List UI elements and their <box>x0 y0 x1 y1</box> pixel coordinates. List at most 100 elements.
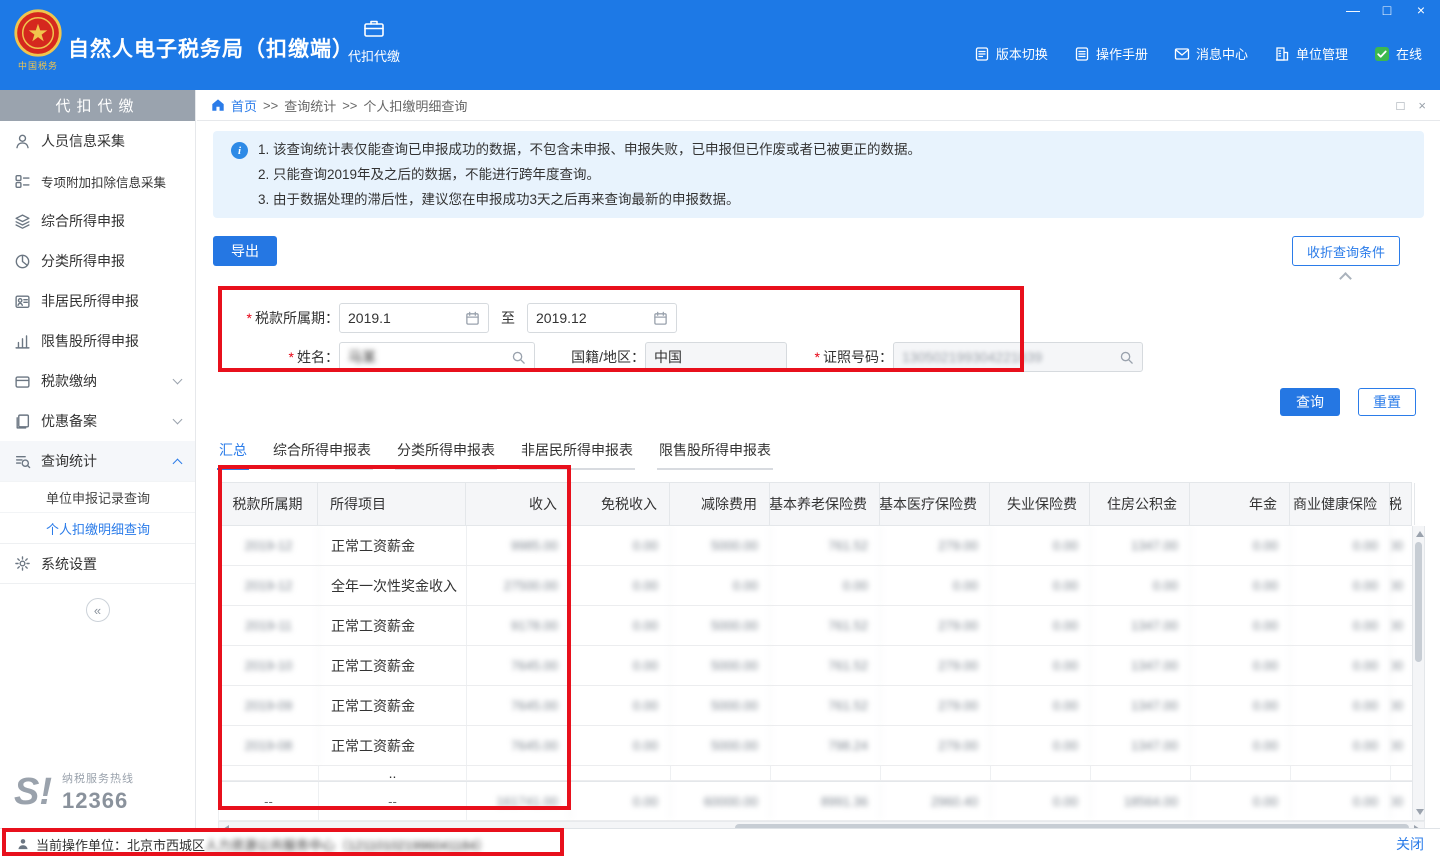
scroll-up-icon[interactable] <box>1416 531 1424 537</box>
sidebar-subitem-individual-detail-query[interactable]: 个人扣缴明细查询 <box>0 512 195 543</box>
name-field[interactable] <box>339 342 535 372</box>
name-input[interactable] <box>348 349 505 365</box>
caret-up-icon <box>1340 272 1353 285</box>
sidebar-item-personnel-info[interactable]: 人员信息采集 <box>0 121 195 161</box>
export-button[interactable]: 导出 <box>213 236 277 266</box>
pie-chart-icon <box>14 253 31 270</box>
collapse-query-button[interactable]: 收折查询条件 <box>1292 236 1400 266</box>
app-title: 自然人电子税务局（扣缴端） <box>68 33 354 63</box>
table-cell: 1347.00 <box>1091 646 1191 685</box>
header-link-online[interactable]: 在线 <box>1374 44 1422 63</box>
header-link-unit-management[interactable]: 单位管理 <box>1274 44 1348 63</box>
header-link-manual[interactable]: 操作手册 <box>1074 44 1148 63</box>
tab-restricted-shares[interactable]: 限售股所得申报表 <box>657 434 773 470</box>
table-cell: 2019-08 <box>219 726 319 765</box>
period-label: *税款所属期： <box>213 308 339 328</box>
header-link-label: 在线 <box>1396 44 1422 63</box>
result-tabs: 汇总 综合所得申报表 分类所得申报表 非居民所得申报表 限售股所得申报表 <box>197 434 1440 470</box>
horizontal-scrollbar[interactable] <box>218 821 1425 828</box>
table-cell: 5000.00 <box>671 646 771 685</box>
minimize-button[interactable]: — <box>1344 2 1362 18</box>
sidebar-item-system-settings[interactable]: 系统设置 <box>0 544 195 584</box>
chevron-down-icon <box>173 414 183 424</box>
period-start-field[interactable] <box>339 303 489 333</box>
tax-service-hotline: S! 纳税服务热线 12366 <box>0 770 195 814</box>
table-row[interactable]: 2019-11正常工资薪金9178.000.005000.00761.52279… <box>219 606 1412 646</box>
table-row[interactable]: 2019-12正常工资薪金9985.000.005000.00761.52279… <box>219 526 1412 566</box>
chevron-down-icon <box>173 374 183 384</box>
grid-list-icon <box>14 173 31 190</box>
search-icon[interactable] <box>511 350 526 365</box>
nav-tab-withholding[interactable]: 代扣代缴 <box>348 16 400 65</box>
table-cell: 7645.00 <box>467 726 571 765</box>
header-link-message-center[interactable]: 消息中心 <box>1174 44 1248 63</box>
info-icon: i <box>231 142 248 159</box>
close-page-link[interactable]: 关闭 <box>1396 834 1424 854</box>
table-row[interactable]: 2019-10正常工资薪金7645.000.005000.00761.52279… <box>219 646 1412 686</box>
table-cell: 18564.00 <box>1091 782 1191 820</box>
sidebar-item-label: 优惠备案 <box>41 411 97 431</box>
sidebar-item-comprehensive-income[interactable]: 综合所得申报 <box>0 201 195 241</box>
table-cell: 0.00 <box>1191 782 1291 820</box>
table-cell: 60000.00 <box>671 782 771 820</box>
close-button[interactable]: × <box>1412 2 1430 18</box>
required-mark: * <box>247 310 252 326</box>
submenu-item-label: 单位申报记录查询 <box>46 488 150 507</box>
sidebar-item-label: 税款缴纳 <box>41 371 97 391</box>
tab-nonresident-income[interactable]: 非居民所得申报表 <box>519 434 635 470</box>
table-cell: 2019-12 <box>219 526 319 565</box>
table-row-partial[interactable]: .. <box>219 766 1412 781</box>
sidebar-item-classified-income[interactable]: 分类所得申报 <box>0 241 195 281</box>
sidebar-collapse-button[interactable]: « <box>86 598 110 622</box>
period-start-input[interactable] <box>348 310 459 326</box>
table-row[interactable]: 2019-12全年一次性奖金收入27500.000.000.000.000.00… <box>219 566 1412 606</box>
table-row[interactable]: 2019-09正常工资薪金7645.000.005000.00761.52279… <box>219 686 1412 726</box>
page-close-button[interactable]: × <box>1418 98 1426 113</box>
nationality-input[interactable] <box>654 349 778 365</box>
tax-emblem-icon <box>13 8 63 58</box>
id-number-input[interactable] <box>902 349 1113 365</box>
period-to-label: 至 <box>501 308 515 328</box>
tab-summary[interactable]: 汇总 <box>217 434 249 470</box>
period-end-input[interactable] <box>536 310 647 326</box>
nationality-field[interactable] <box>645 342 787 372</box>
vertical-scrollbar[interactable] <box>1412 526 1425 821</box>
table-cell: 279.00 <box>881 726 991 765</box>
table-cell: 0.00 <box>881 566 991 605</box>
period-end-field[interactable] <box>527 303 677 333</box>
id-number-field[interactable] <box>893 342 1143 372</box>
restore-button[interactable]: □ <box>1378 2 1396 18</box>
breadcrumb-home[interactable]: 首页 <box>231 96 257 115</box>
table-cell: 0.00 <box>1291 782 1391 820</box>
table-body: 2019-12正常工资薪金9985.000.005000.00761.52279… <box>218 526 1412 821</box>
sidebar-item-nonresident-income[interactable]: 非居民所得申报 <box>0 281 195 321</box>
header-link-label: 单位管理 <box>1296 44 1348 63</box>
table-cell: 正常工资薪金 <box>319 526 467 565</box>
table-cell: 2019-09 <box>219 686 319 725</box>
header-link-version-switch[interactable]: 版本切换 <box>974 44 1048 63</box>
tab-comprehensive-income[interactable]: 综合所得申报表 <box>271 434 373 470</box>
sidebar-item-label: 非居民所得申报 <box>41 291 139 311</box>
reset-button[interactable]: 重置 <box>1358 388 1416 416</box>
sidebar-item-special-deduction[interactable]: 专项附加扣除信息采集 <box>0 161 195 201</box>
table-cell: 0.00 <box>571 606 671 645</box>
tab-classified-income[interactable]: 分类所得申报表 <box>395 434 497 470</box>
search-icon[interactable] <box>1119 350 1134 365</box>
page-restore-button[interactable]: □ <box>1397 98 1405 113</box>
table-total-row[interactable]: ----161741.000.0060000.008991.362960.400… <box>219 781 1412 821</box>
sidebar-item-tax-payment[interactable]: 税款缴纳 <box>0 361 195 401</box>
layers-icon <box>14 213 31 230</box>
table-row[interactable]: 2019-08正常工资薪金7645.000.005000.00798.24279… <box>219 726 1412 766</box>
table-cell <box>467 766 571 780</box>
table-cell: 1347.00 <box>1091 526 1191 565</box>
table-cell: 161741.00 <box>467 782 571 820</box>
sidebar-subitem-unit-report-query[interactable]: 单位申报记录查询 <box>0 481 195 512</box>
scroll-down-icon[interactable] <box>1416 809 1424 815</box>
sidebar-item-restricted-shares[interactable]: 限售股所得申报 <box>0 321 195 361</box>
breadcrumb-level1: 查询统计 <box>284 96 336 115</box>
query-button[interactable]: 查询 <box>1280 388 1340 416</box>
sidebar-item-query-statistics[interactable]: 查询统计 <box>0 441 195 481</box>
sidebar-item-label: 限售股所得申报 <box>41 331 139 351</box>
vertical-scroll-thumb[interactable] <box>1415 542 1422 662</box>
sidebar-item-preferential-filing[interactable]: 优惠备案 <box>0 401 195 441</box>
